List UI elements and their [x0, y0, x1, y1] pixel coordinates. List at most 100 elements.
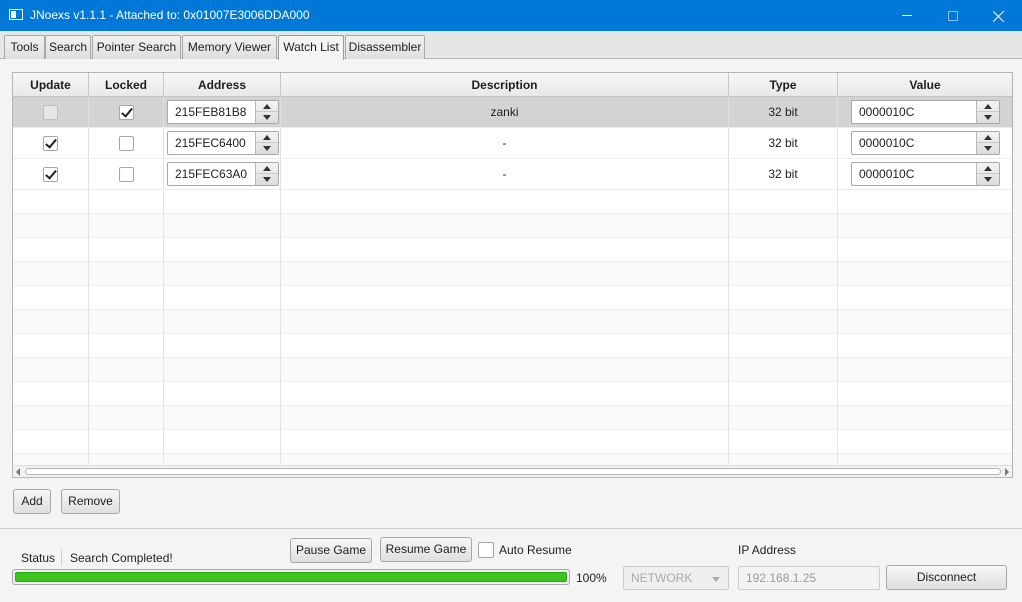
type-cell[interactable]: 32 bit	[729, 128, 838, 158]
connection-type-value: NETWORK	[631, 571, 693, 585]
address-spinner-buttons[interactable]	[255, 101, 278, 123]
minimize-button[interactable]	[884, 0, 930, 31]
update-cell	[13, 159, 89, 189]
address-cell: 215FEC6400	[164, 128, 281, 158]
description-cell[interactable]: -	[281, 128, 729, 158]
column-header-type[interactable]: Type	[729, 73, 838, 97]
column-header-update[interactable]: Update	[13, 73, 89, 97]
locked-checkbox[interactable]	[118, 166, 134, 182]
value-cell: 0000010C	[838, 97, 1012, 127]
increment-arrow-icon[interactable]	[263, 166, 271, 171]
decrement-arrow-icon[interactable]	[263, 146, 271, 151]
tab-tools[interactable]: Tools	[4, 35, 45, 59]
value-text: 0000010C	[859, 136, 915, 150]
update-cell	[13, 97, 89, 127]
value-spinner[interactable]: 0000010C	[851, 100, 1000, 124]
update-checkbox[interactable]	[43, 166, 58, 182]
value-spinner-buttons[interactable]	[976, 163, 999, 185]
horizontal-scrollbar[interactable]	[13, 465, 1012, 477]
add-button[interactable]: Add	[13, 489, 51, 514]
tab-memory-viewer[interactable]: Memory Viewer	[182, 35, 277, 59]
value-spinner[interactable]: 0000010C	[851, 131, 1000, 155]
search-progress-bar	[12, 569, 570, 585]
locked-cell	[89, 159, 164, 189]
table-row[interactable]: 215FEC6400 - 32 bit 0000010C	[13, 128, 1012, 159]
watch-list-table: Update Locked Address Description Type V…	[12, 72, 1013, 478]
tab-disassembler[interactable]: Disassembler	[345, 35, 425, 59]
decrement-arrow-icon[interactable]	[984, 177, 992, 182]
app-icon	[9, 9, 23, 20]
address-spinner-buttons[interactable]	[255, 132, 278, 154]
auto-resume-label[interactable]: Auto Resume	[499, 543, 572, 557]
increment-arrow-icon[interactable]	[984, 166, 992, 171]
decrement-arrow-icon[interactable]	[984, 115, 992, 120]
table-header: Update Locked Address Description Type V…	[13, 73, 1012, 97]
increment-arrow-icon[interactable]	[984, 135, 992, 140]
connection-type-select[interactable]: NETWORK	[623, 566, 729, 590]
value-spinner-buttons[interactable]	[976, 101, 999, 123]
progress-fill	[15, 572, 567, 582]
progress-percent: 100%	[576, 571, 607, 585]
increment-arrow-icon[interactable]	[263, 135, 271, 140]
close-button[interactable]	[976, 0, 1022, 31]
tab-pointer-search[interactable]: Pointer Search	[92, 35, 181, 59]
value-spinner[interactable]: 0000010C	[851, 162, 1000, 186]
type-cell[interactable]: 32 bit	[729, 159, 838, 189]
value-spinner-buttons[interactable]	[976, 132, 999, 154]
address-spinner[interactable]: 215FEC63A0	[167, 162, 279, 186]
address-value: 215FEC6400	[175, 136, 246, 150]
scroll-right-arrow-icon[interactable]	[1005, 468, 1009, 476]
type-cell[interactable]: 32 bit	[729, 97, 838, 127]
status-separator	[61, 549, 62, 566]
update-cell	[13, 128, 89, 158]
address-spinner[interactable]: 215FEC6400	[167, 131, 279, 155]
update-checkbox[interactable]	[43, 104, 58, 120]
ip-address-label: IP Address	[738, 543, 796, 557]
tab-watch-list[interactable]: Watch List	[278, 35, 344, 60]
column-header-locked[interactable]: Locked	[89, 73, 164, 97]
address-value: 215FEC63A0	[175, 167, 248, 181]
tab-search[interactable]: Search	[45, 35, 91, 59]
scrollbar-thumb[interactable]	[25, 468, 1001, 475]
table-body: 215FEB81B8 zanki 32 bit 0000010C 215FEC6…	[13, 97, 1012, 465]
resume-game-button[interactable]: Resume Game	[380, 537, 472, 562]
column-header-value[interactable]: Value	[838, 73, 1012, 97]
locked-checkbox[interactable]	[118, 104, 134, 120]
value-text: 0000010C	[859, 167, 915, 181]
value-cell: 0000010C	[838, 159, 1012, 189]
maximize-icon	[948, 10, 958, 21]
address-cell: 215FEB81B8	[164, 97, 281, 127]
footer-divider	[0, 528, 1022, 529]
status-label: Status	[21, 551, 56, 565]
increment-arrow-icon[interactable]	[263, 104, 271, 109]
close-icon	[993, 10, 1005, 22]
address-spinner[interactable]: 215FEB81B8	[167, 100, 279, 124]
column-header-description[interactable]: Description	[281, 73, 729, 97]
locked-cell	[89, 97, 164, 127]
decrement-arrow-icon[interactable]	[984, 146, 992, 151]
locked-cell	[89, 128, 164, 158]
title-bar: JNoexs v1.1.1 - Attached to: 0x01007E300…	[0, 0, 1022, 31]
maximize-button[interactable]	[930, 0, 976, 31]
remove-button[interactable]: Remove	[61, 489, 120, 514]
description-cell[interactable]: zanki	[281, 97, 729, 127]
chevron-down-icon	[712, 577, 720, 582]
scroll-left-arrow-icon[interactable]	[16, 468, 20, 476]
update-checkbox[interactable]	[43, 135, 58, 151]
decrement-arrow-icon[interactable]	[263, 115, 271, 120]
ip-address-input[interactable]: 192.168.1.25	[738, 566, 880, 590]
address-value: 215FEB81B8	[175, 105, 247, 119]
minimize-icon	[902, 15, 912, 16]
locked-checkbox[interactable]	[118, 135, 134, 151]
column-header-address[interactable]: Address	[164, 73, 281, 97]
table-row[interactable]: 215FEB81B8 zanki 32 bit 0000010C	[13, 97, 1012, 128]
auto-resume-checkbox[interactable]	[478, 542, 494, 558]
table-row[interactable]: 215FEC63A0 - 32 bit 0000010C	[13, 159, 1012, 190]
description-cell[interactable]: -	[281, 159, 729, 189]
pause-game-button[interactable]: Pause Game	[290, 538, 372, 563]
address-spinner-buttons[interactable]	[255, 163, 278, 185]
disconnect-button[interactable]: Disconnect	[886, 565, 1007, 590]
value-cell: 0000010C	[838, 128, 1012, 158]
increment-arrow-icon[interactable]	[984, 104, 992, 109]
decrement-arrow-icon[interactable]	[263, 177, 271, 182]
